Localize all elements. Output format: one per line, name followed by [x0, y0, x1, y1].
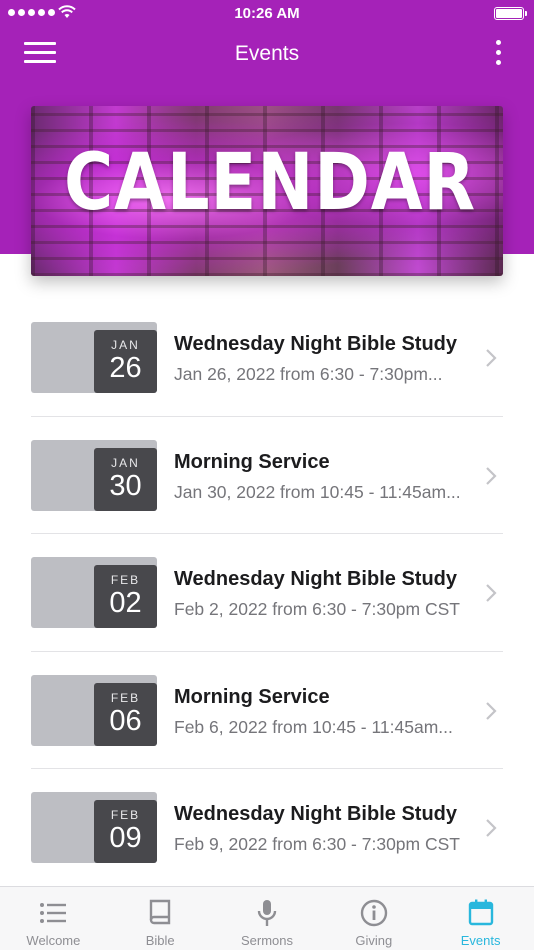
- tab-label: Sermons: [240, 933, 293, 948]
- event-row[interactable]: FEB 02 Wednesday Night Bible Study Feb 2…: [31, 534, 503, 652]
- event-time: Jan 30, 2022 from 10:45 - 11:45am...: [174, 481, 461, 502]
- status-time: 10:26 AM: [234, 5, 300, 22]
- event-thumbnail: JAN 30: [31, 439, 157, 511]
- date-month: FEB: [110, 808, 141, 822]
- date-day: 02: [109, 587, 142, 619]
- event-thumbnail: FEB 06: [31, 674, 157, 746]
- event-row[interactable]: JAN 26 Wednesday Night Bible Study Jan 2…: [31, 299, 503, 417]
- chevron-right-icon: [486, 701, 497, 720]
- date-month: FEB: [110, 573, 141, 587]
- tab-label: Events: [460, 933, 501, 948]
- event-title: Wednesday Night Bible Study: [174, 568, 457, 590]
- tab-label: Welcome: [26, 933, 81, 948]
- chevron-right-icon: [486, 584, 497, 602]
- event-time: Feb 9, 2022 from 6:30 - 7:30pm CST: [174, 834, 460, 854]
- date-day: 30: [109, 469, 142, 502]
- date-day: 09: [109, 822, 142, 854]
- event-row[interactable]: FEB 06 Morning Service Feb 6, 2022 from …: [31, 652, 503, 769]
- chevron-right-icon: [486, 466, 497, 485]
- date-badge: FEB 09: [94, 800, 157, 863]
- microphone-icon: [257, 900, 277, 926]
- tab-welcome[interactable]: Welcome: [0, 887, 107, 950]
- date-month: JAN: [111, 455, 140, 470]
- tab-bible[interactable]: Bible: [107, 887, 214, 950]
- date-month: JAN: [111, 338, 140, 352]
- event-title: Morning Service: [174, 450, 330, 473]
- chevron-right-icon: [486, 819, 497, 837]
- navigation-bar: Events: [0, 28, 534, 82]
- event-thumbnail: JAN 26: [31, 322, 157, 393]
- event-time: Feb 2, 2022 from 6:30 - 7:30pm CST: [174, 599, 460, 619]
- info-icon: [360, 899, 387, 927]
- event-thumbnail: FEB 09: [31, 792, 157, 863]
- tab-label: Bible: [145, 933, 175, 948]
- date-badge: FEB 02: [94, 565, 157, 628]
- tab-events[interactable]: Events: [427, 887, 534, 950]
- list-icon: [40, 903, 67, 923]
- event-row[interactable]: JAN 30 Morning Service Jan 30, 2022 from…: [31, 417, 503, 534]
- event-row[interactable]: FEB 09 Wednesday Night Bible Study Feb 9…: [31, 769, 503, 887]
- status-bar: 10:26 AM: [0, 0, 534, 28]
- calendar-banner-image: CALENDAR: [31, 106, 503, 276]
- date-badge: JAN 30: [94, 447, 157, 511]
- date-badge: FEB 06: [94, 682, 157, 746]
- book-icon: [149, 899, 171, 925]
- more-options-icon[interactable]: [492, 40, 504, 70]
- date-month: FEB: [110, 690, 141, 705]
- event-thumbnail: FEB 02: [31, 557, 157, 628]
- calendar-icon: [468, 899, 493, 926]
- event-title: Morning Service: [174, 685, 330, 708]
- date-day: 06: [109, 704, 142, 737]
- event-title: Wednesday Night Bible Study: [174, 803, 457, 825]
- event-time: Jan 26, 2022 from 6:30 - 7:30pm...: [174, 364, 443, 384]
- events-list: JAN 26 Wednesday Night Bible Study Jan 2…: [31, 299, 503, 887]
- date-day: 26: [109, 352, 142, 384]
- battery-icon: [494, 7, 527, 20]
- event-title: Wednesday Night Bible Study: [174, 333, 457, 355]
- chevron-right-icon: [486, 349, 497, 367]
- banner-title: CALENDAR: [64, 138, 477, 228]
- date-badge: JAN 26: [94, 330, 157, 393]
- tab-bar: Welcome Bible Sermons Giving Events: [0, 886, 534, 950]
- tab-sermons[interactable]: Sermons: [214, 887, 321, 950]
- event-time: Feb 6, 2022 from 10:45 - 11:45am...: [174, 716, 453, 737]
- tab-giving[interactable]: Giving: [320, 887, 427, 950]
- page-title: Events: [234, 42, 300, 65]
- tab-label: Giving: [355, 933, 393, 948]
